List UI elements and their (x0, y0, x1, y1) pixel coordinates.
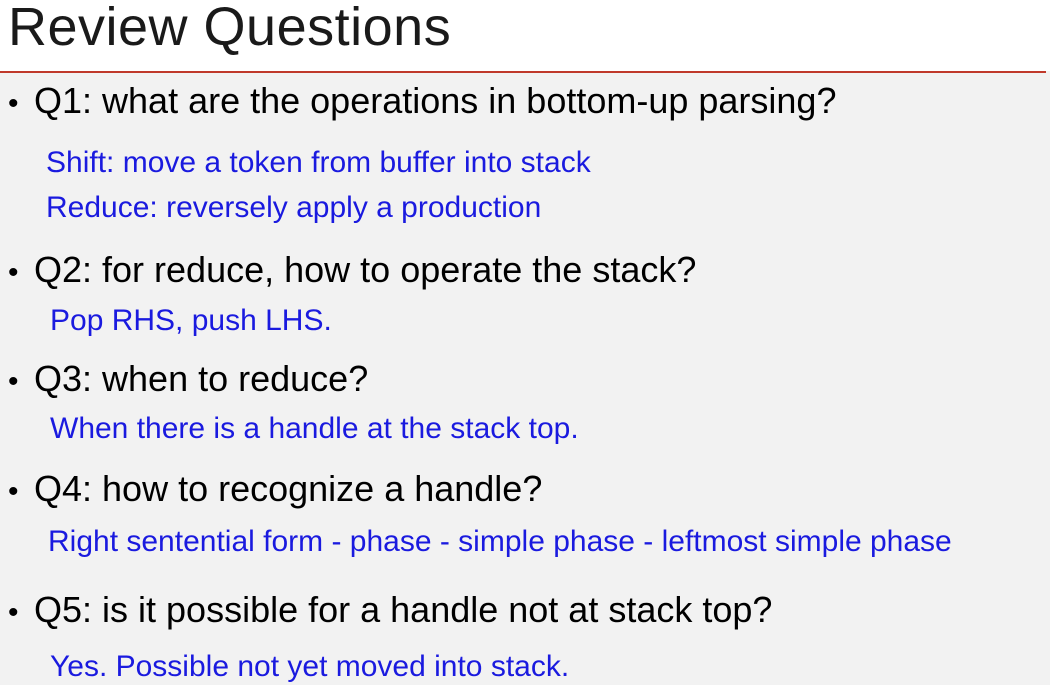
question-1-text: Q1: what are the operations in bottom-up… (34, 80, 837, 121)
question-5-text: Q5: is it possible for a handle not at s… (34, 589, 773, 630)
answer-5: Yes. Possible not yet moved into stack. (50, 650, 570, 683)
answer-1-line-1: Shift: move a token from buffer into sta… (46, 146, 591, 179)
question-3-text: Q3: when to reduce? (34, 358, 369, 399)
title-divider (0, 71, 1046, 73)
question-1: • Q1: what are the operations in bottom-u… (8, 80, 836, 125)
answer-1-line-2: Reduce: reversely apply a production (46, 191, 542, 224)
question-4: • Q4: how to recognize a handle? (8, 468, 542, 513)
question-5: • Q5: is it possible for a handle not at … (8, 589, 772, 634)
bullet-icon: • (8, 256, 19, 289)
bullet-icon: • (8, 475, 19, 508)
question-2: • Q2: for reduce, how to operate the stac… (8, 249, 696, 294)
bullet-icon: • (8, 365, 19, 398)
answer-3: When there is a handle at the stack top. (50, 412, 579, 445)
question-3: • Q3: when to reduce? (8, 358, 368, 403)
bullet-icon: • (8, 596, 19, 629)
answer-4: Right sentential form - phase - simple p… (48, 525, 952, 558)
bullet-icon: • (8, 87, 19, 120)
question-2-text: Q2: for reduce, how to operate the stack… (34, 249, 697, 290)
slide-title: Review Questions (8, 0, 452, 57)
title-area: Review Questions (0, 0, 1050, 71)
slide: Review Questions • Q1: what are the opera… (0, 0, 1050, 685)
answer-2: Pop RHS, push LHS. (50, 304, 332, 337)
question-4-text: Q4: how to recognize a handle? (34, 468, 543, 509)
